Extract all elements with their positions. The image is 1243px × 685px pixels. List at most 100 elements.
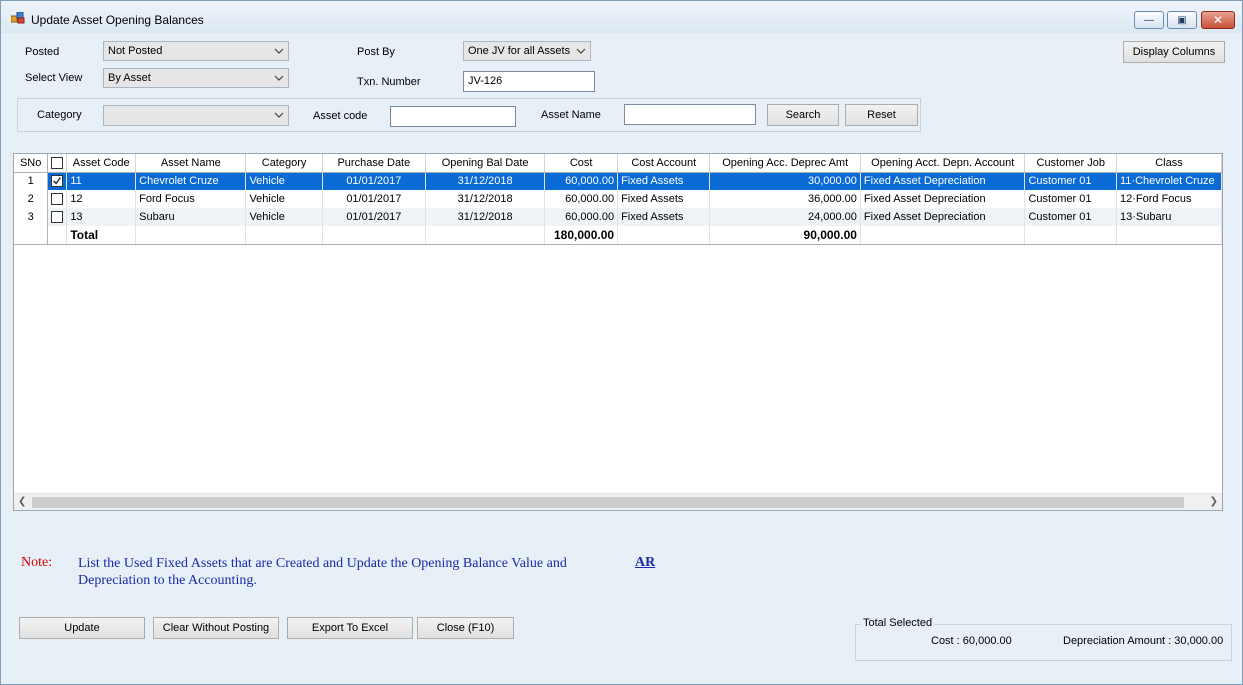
minimize-button[interactable]: —: [1134, 11, 1164, 29]
txn-number-value: JV-126: [468, 75, 503, 87]
col-header-customer-job[interactable]: Customer Job: [1024, 154, 1117, 173]
table-row[interactable]: 1 11 Chevrolet Cruze Vehicle 01/01/2017 …: [14, 172, 1222, 190]
txn-number-label: Txn. Number: [357, 76, 421, 88]
row-purchase-date: 01/01/2017: [322, 190, 427, 208]
total-cost: 180,000.00: [544, 226, 619, 245]
row-opening-acct-depn-account: Fixed Asset Depreciation: [860, 190, 1026, 208]
ar-link[interactable]: AR: [635, 555, 655, 571]
scroll-left-icon[interactable]: ❮: [18, 496, 26, 507]
close-button[interactable]: Close (F10): [417, 617, 514, 639]
col-header-purchase-date[interactable]: Purchase Date: [322, 154, 427, 173]
close-icon: ✕: [1212, 13, 1224, 27]
row-select-cell[interactable]: [47, 172, 68, 190]
row-class: 13·Subaru: [1116, 208, 1222, 226]
row-checkbox[interactable]: [51, 193, 64, 206]
assets-grid[interactable]: SNo Asset Code Asset Name Category Purch…: [13, 153, 1223, 511]
close-window-button[interactable]: ✕: [1201, 11, 1235, 29]
asset-name-label: Asset Name: [541, 109, 601, 121]
category-select[interactable]: [103, 105, 289, 126]
row-asset-name: Ford Focus: [135, 190, 247, 208]
col-header-select-all[interactable]: [47, 154, 68, 173]
col-header-asset-code[interactable]: Asset Code: [66, 154, 137, 173]
search-button[interactable]: Search: [767, 104, 839, 126]
select-view-value: By Asset: [108, 72, 151, 84]
col-header-category[interactable]: Category: [245, 154, 323, 173]
reset-button[interactable]: Reset: [845, 104, 918, 126]
row-cost: 60,000.00: [544, 190, 619, 208]
scroll-right-icon[interactable]: ❯: [1210, 496, 1218, 507]
post-by-select[interactable]: One JV for all Assets: [463, 41, 591, 61]
total-blank: [617, 226, 711, 245]
horizontal-scrollbar[interactable]: ❮ ❯: [14, 493, 1222, 510]
total-label: Total: [66, 226, 137, 245]
row-asset-code: 11: [66, 172, 137, 190]
col-header-asset-name[interactable]: Asset Name: [135, 154, 247, 173]
row-checkbox-checked[interactable]: [51, 175, 64, 188]
select-all-checkbox[interactable]: [51, 156, 64, 169]
row-asset-code: 12: [66, 190, 137, 208]
post-by-label: Post By: [357, 46, 395, 58]
display-columns-button[interactable]: Display Columns: [1123, 41, 1225, 63]
title-bar: Update Asset Opening Balances — ▣ ✕: [1, 1, 1242, 33]
row-sno: 1: [14, 172, 49, 190]
row-opening-acc-deprec-amt: 24,000.00: [709, 208, 861, 226]
chevron-down-icon: [274, 75, 284, 81]
main-window: Update Asset Opening Balances — ▣ ✕ Post…: [0, 0, 1243, 685]
category-label: Category: [37, 109, 82, 121]
row-customer-job: Customer 01: [1024, 172, 1117, 190]
app-icon: [11, 12, 25, 24]
search-label: Search: [785, 109, 821, 121]
posted-select[interactable]: Not Posted: [103, 41, 289, 61]
asset-code-input[interactable]: [390, 106, 516, 127]
chevron-down-icon: [274, 112, 284, 118]
row-opening-acc-deprec-amt: 30,000.00: [709, 172, 861, 190]
row-opening-acct-depn-account: Fixed Asset Depreciation: [860, 172, 1026, 190]
asset-name-input[interactable]: [624, 104, 756, 125]
note-label: Note:: [21, 555, 53, 570]
chevron-down-icon: [576, 48, 586, 54]
row-cost-account: Fixed Assets: [617, 190, 711, 208]
row-opening-bal-date: 31/12/2018: [425, 190, 546, 208]
col-header-cost[interactable]: Cost: [544, 154, 619, 173]
grid-header-row: SNo Asset Code Asset Name Category Purch…: [14, 154, 1222, 173]
row-cost-account: Fixed Assets: [617, 172, 711, 190]
row-select-cell[interactable]: [47, 190, 68, 208]
select-view-select[interactable]: By Asset: [103, 68, 289, 88]
row-category: Vehicle: [245, 208, 323, 226]
scrollbar-thumb[interactable]: [32, 497, 1184, 508]
update-button[interactable]: Update: [19, 617, 145, 639]
row-customer-job: Customer 01: [1024, 208, 1117, 226]
row-select-cell[interactable]: [47, 208, 68, 226]
col-header-opening-acc-deprec-amt[interactable]: Opening Acc. Deprec Amt: [709, 154, 861, 173]
row-class: 11·Chevrolet Cruze: [1116, 172, 1222, 190]
row-category: Vehicle: [245, 172, 323, 190]
row-checkbox[interactable]: [51, 211, 64, 224]
table-row[interactable]: 3 13 Subaru Vehicle 01/01/2017 31/12/201…: [14, 208, 1222, 226]
col-header-cost-account[interactable]: Cost Account: [617, 154, 711, 173]
col-header-class[interactable]: Class: [1116, 154, 1222, 173]
check-icon: [53, 177, 62, 185]
assets-table: SNo Asset Code Asset Name Category Purch…: [14, 154, 1222, 245]
window-title: Update Asset Opening Balances: [31, 13, 204, 27]
export-to-excel-button[interactable]: Export To Excel: [287, 617, 413, 639]
clear-without-posting-button[interactable]: Clear Without Posting: [153, 617, 279, 639]
txn-number-input[interactable]: JV-126: [463, 71, 595, 92]
row-opening-acct-depn-account: Fixed Asset Depreciation: [860, 208, 1026, 226]
total-blank: [1024, 226, 1117, 245]
total-blank: [322, 226, 427, 245]
total-blank: [860, 226, 1026, 245]
select-view-label: Select View: [25, 72, 83, 84]
asset-code-label: Asset code: [313, 110, 368, 122]
row-asset-name: Subaru: [135, 208, 247, 226]
row-purchase-date: 01/01/2017: [322, 172, 427, 190]
maximize-button[interactable]: ▣: [1167, 11, 1197, 29]
col-header-opening-bal-date[interactable]: Opening Bal Date: [425, 154, 546, 173]
row-opening-acc-deprec-amt: 36,000.00: [709, 190, 861, 208]
col-header-opening-acct-depn-account[interactable]: Opening Acct. Depn. Account: [860, 154, 1026, 173]
col-header-sno[interactable]: SNo: [14, 154, 49, 173]
row-opening-bal-date: 31/12/2018: [425, 208, 546, 226]
note-text: List the Used Fixed Assets that are Crea…: [78, 556, 567, 588]
row-customer-job: Customer 01: [1024, 190, 1117, 208]
export-to-excel-label: Export To Excel: [311, 622, 389, 634]
table-row[interactable]: 2 12 Ford Focus Vehicle 01/01/2017 31/12…: [14, 190, 1222, 208]
